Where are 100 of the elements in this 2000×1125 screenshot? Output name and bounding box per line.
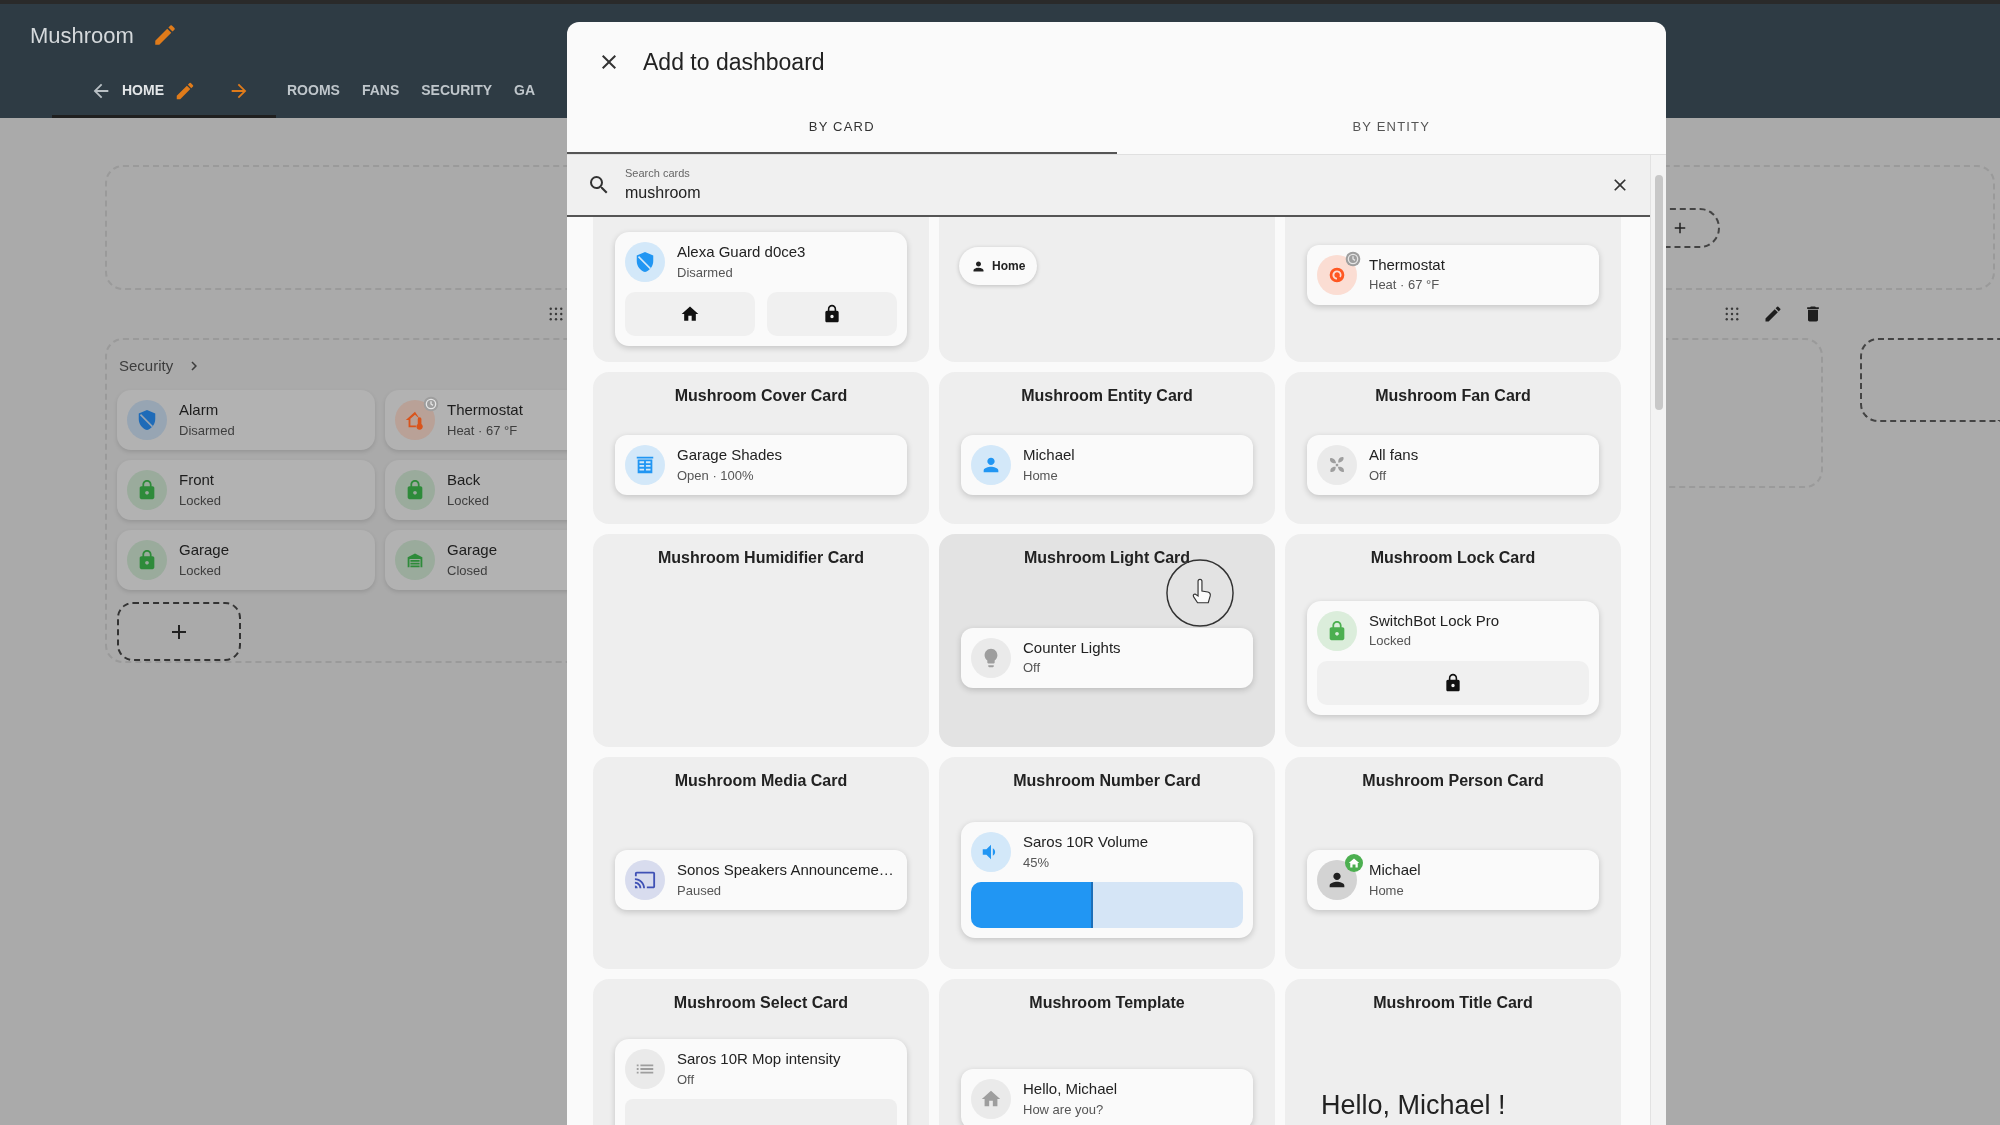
entity-state: Locked (1369, 633, 1412, 650)
card-title: Mushroom Media Card (673, 771, 849, 791)
select-card[interactable]: Saros 10R Mop intensity Off (615, 1039, 907, 1125)
entity-name: Garage Shades (677, 446, 783, 465)
entity-state: Locked (447, 492, 489, 510)
view-tab[interactable]: HOME (122, 80, 164, 101)
entity-state: Off (1023, 660, 1042, 677)
entity-state: Home (1369, 882, 1405, 899)
card-title: Mushroom Lock Card (1369, 548, 1537, 568)
entity-state: Heat · 67 °F (1369, 277, 1441, 294)
entity-tile[interactable]: Garage Locked (117, 530, 375, 591)
entity-name: Saros 10R Mop intensity (677, 1050, 841, 1069)
entity-tile[interactable]: Michael Home (961, 435, 1253, 495)
entity-state: 45% (1023, 854, 1051, 871)
view-tab[interactable]: ROOMS (287, 80, 340, 101)
entity-name: Alarm (179, 401, 220, 420)
card-option[interactable]: Mushroom Title Card Hello, Michael ! (1285, 979, 1621, 1125)
entity-tile[interactable]: Michael Home (1307, 850, 1599, 910)
entity-name: Thermostat (1369, 255, 1445, 275)
card-option[interactable]: Mushroom Template Hello, Michael How are you? (939, 979, 1275, 1125)
entity-tile[interactable]: Front Locked (117, 460, 375, 521)
entity-state: Off (1369, 467, 1388, 484)
entity-name: Garage (179, 541, 230, 560)
entity-tile[interactable]: Hello, Michael How are you? (961, 1069, 1253, 1125)
entity-name: Front (179, 471, 215, 490)
field-label: Search cards (625, 165, 691, 181)
view-tab[interactable]: FANS (361, 80, 400, 101)
card-option[interactable]: Mushroom Media Card Sonos Speakers Announceme… Paused (593, 757, 929, 969)
card-option[interactable]: Mushroom Fan Card All fans Off (1285, 372, 1621, 524)
card-option[interactable]: Mushroom Select Card Saros 10R Mop intensity Off (593, 979, 929, 1125)
scrollbar-thumb[interactable] (1654, 175, 1663, 410)
entity-state: Locked (179, 562, 222, 580)
card-option[interactable]: Mushroom Person Card Michael Home (1285, 757, 1621, 969)
clock-badge-icon (1345, 250, 1361, 267)
volume-slider[interactable] (971, 882, 1243, 928)
entity-state: Paused (677, 882, 723, 899)
entity-tile[interactable]: Garage Shades Open · 100% (615, 435, 907, 495)
entity-state: Open · 100% (677, 467, 755, 484)
chip[interactable]: Home (959, 247, 1038, 285)
lock-card[interactable]: SwitchBot Lock Pro Locked (1307, 600, 1599, 715)
entity-name: Counter Lights (1023, 638, 1121, 658)
entity-name: Michael (1369, 861, 1421, 880)
card-title: Mushroom Number Card (1012, 771, 1202, 791)
search-input[interactable]: mushroom (625, 181, 1225, 206)
title-text: Hello, Michael ! (1321, 1089, 1506, 1122)
card-option[interactable]: Mushroom Light Card Counter Lights Off (939, 534, 1275, 747)
entity-name: Thermostat (447, 401, 523, 420)
card-option[interactable]: Mushroom Cover Card Garage Shades Open · 100% (593, 372, 929, 524)
drag-handle-icon[interactable] (547, 305, 565, 323)
entity-name: Alexa Guard d0ce3 (677, 243, 806, 262)
drag-handle-icon[interactable] (1723, 305, 1741, 323)
card-option[interactable]: Mushroom Number Card Saros 10R Volume 45% (939, 757, 1275, 969)
number-card[interactable]: Saros 10R Volume 45% (961, 822, 1253, 938)
entity-tile[interactable]: Alarm Disarmed (117, 390, 375, 451)
card-title: Mushroom Cover Card (673, 386, 849, 406)
entity-tile[interactable]: Thermostat Heat · 67 °F (1307, 244, 1599, 305)
entity-tile[interactable]: Counter Lights Off (961, 627, 1253, 688)
card-option[interactable]: Home (939, 217, 1275, 362)
entity-state: Home (1023, 467, 1059, 484)
card-option[interactable]: Mushroom Entity Card Michael Home (939, 372, 1275, 524)
card-option[interactable]: Thermostat Heat · 67 °F (1285, 217, 1621, 362)
entity-state: Off (677, 1071, 696, 1088)
card-title: Mushroom Humidifier Card (656, 548, 866, 568)
card-title: Mushroom Title Card (1372, 993, 1534, 1013)
view-tab[interactable]: GA (514, 80, 536, 101)
entity-name: All fans (1369, 446, 1419, 465)
section-title[interactable]: Security (119, 354, 174, 378)
entity-tile[interactable]: All fans Off (1307, 435, 1599, 495)
entity-state: Disarmed (179, 422, 235, 440)
entity-state: Heat · 67 °F (447, 422, 519, 440)
add-card-button[interactable] (117, 602, 241, 661)
entity-name: Hello, Michael (1023, 1080, 1118, 1099)
card-title: Mushroom Light Card (1022, 548, 1192, 568)
entity-name: Garage (447, 541, 498, 560)
search-field[interactable]: Search cards mushroom (567, 155, 1650, 217)
card-option[interactable]: Alexa Guard d0ce3 Disarmed (593, 217, 929, 362)
lock-icon (1443, 672, 1463, 693)
lock-icon (822, 304, 842, 324)
card-option[interactable]: Mushroom Humidifier Card (593, 534, 929, 747)
card-title: Mushroom Person Card (1361, 771, 1545, 791)
dialog-title: Add to dashboard (643, 47, 825, 77)
entity-tile[interactable]: Sonos Speakers Announceme… Paused (615, 850, 907, 910)
entity-state: Locked (179, 492, 221, 510)
alarm-card[interactable]: Alexa Guard d0ce3 Disarmed (615, 232, 907, 346)
dialog-tab[interactable]: BY ENTITY (1116, 102, 1666, 154)
home-badge-icon (1345, 854, 1363, 872)
home-icon (680, 304, 700, 324)
card-title: Mushroom Select Card (672, 993, 850, 1013)
entity-name: SwitchBot Lock Pro (1369, 611, 1500, 631)
card-option[interactable]: Mushroom Lock Card SwitchBot Lock Pro Locked (1285, 534, 1621, 747)
arm-home-button[interactable] (625, 292, 755, 336)
card-placeholder[interactable] (1860, 338, 2000, 422)
edit-icon[interactable] (1763, 304, 1783, 324)
entity-state: How are you? (1023, 1101, 1105, 1118)
dashboard-title: Mushroom (30, 21, 134, 50)
view-tab[interactable]: SECURITY (421, 80, 493, 101)
card-title: Mushroom Entity Card (1020, 386, 1194, 406)
entity-state: Disarmed (677, 264, 734, 281)
clock-badge-icon (423, 396, 439, 413)
arm-away-button[interactable] (767, 292, 897, 336)
